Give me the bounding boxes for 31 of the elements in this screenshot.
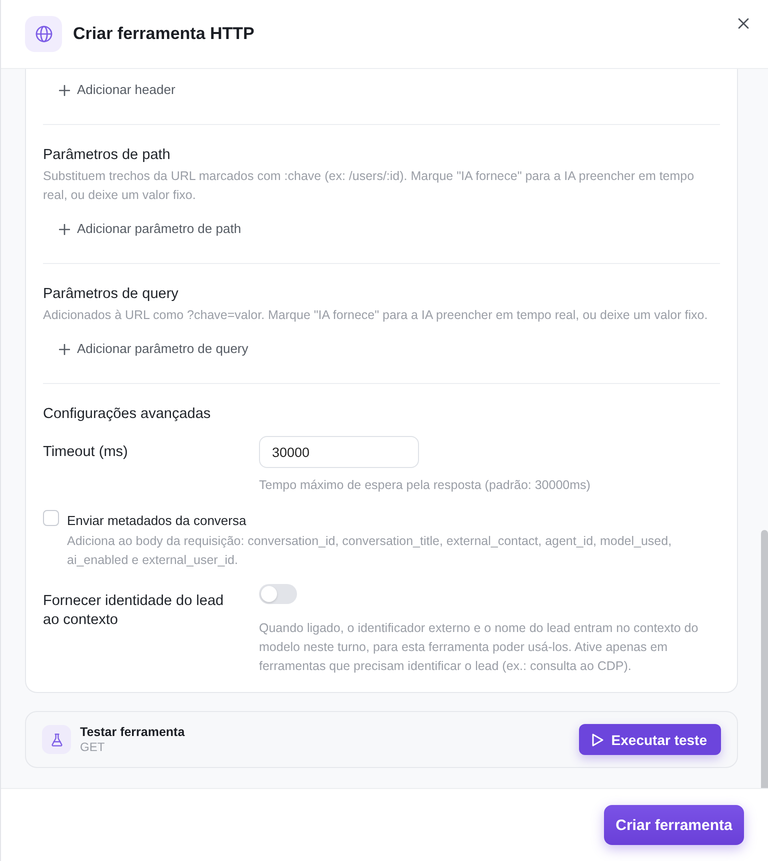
toggle-switch[interactable] bbox=[259, 584, 297, 604]
checkbox[interactable] bbox=[43, 510, 59, 526]
checkbox-label: Enviar metadados da conversa bbox=[67, 512, 248, 530]
play-icon bbox=[591, 732, 604, 746]
run-test-button[interactable]: Executar teste bbox=[579, 724, 721, 755]
section-title: Configurações avançadas bbox=[43, 405, 212, 424]
field-label: Timeout (ms) bbox=[43, 442, 129, 462]
add-button[interactable]: Adicionar parâmetro de path bbox=[57, 217, 244, 241]
help-text: Quando ligado, o identificador externo e o nome do lead entram no contexto do modelo neste turno, para esta ferramenta poder usá-los. Ative apenas em ferramentas que precisam identificar o lead (ex.: consulta ao CDP). bbox=[259, 620, 700, 675]
timeout-input[interactable]: 30000 bbox=[259, 436, 419, 468]
scrollbar-thumb[interactable] bbox=[761, 530, 768, 788]
plus-icon bbox=[59, 224, 70, 234]
section-title: Parâmetros de path bbox=[43, 146, 172, 165]
help-text: Tempo máximo de espera pela resposta (padrão: 30000ms) bbox=[259, 477, 592, 494]
section-title: Parâmetros de query bbox=[43, 285, 180, 304]
help-text: Adiciona ao body da requisição: conversation_id, conversation_title, external_contact, agent_id, model_used, ai_enabled e external_user_id. bbox=[67, 533, 673, 569]
dialog-title: Criar ferramenta HTTP bbox=[73, 24, 256, 44]
add-button[interactable]: Adicionar parâmetro de query bbox=[57, 337, 250, 361]
test-title: Testar ferramenta bbox=[80, 724, 185, 740]
create-button[interactable]: Criar ferramenta bbox=[604, 805, 744, 845]
close-button[interactable] bbox=[738, 18, 749, 29]
flask-icon bbox=[42, 725, 71, 754]
http-method: GET bbox=[80, 740, 106, 755]
add-button[interactable]: Adicionar header bbox=[57, 78, 178, 102]
close-icon bbox=[738, 18, 749, 29]
globe-icon bbox=[25, 16, 62, 52]
section-description: Adicionados à URL como ?chave=valor. Marque "IA fornece" para a IA preencher em tempo real, ou deixe um valor fixo. bbox=[43, 307, 709, 324]
field-label: Fornecer identidade do lead ao contexto bbox=[43, 592, 225, 630]
plus-icon bbox=[59, 344, 70, 354]
plus-icon bbox=[59, 84, 70, 96]
section-description: Substituem trechos da URL marcados com :chave (ex: /users/:id). Marque "IA fornece" para a IA preencher em tempo real, ou deixe um valor fixo. bbox=[43, 168, 696, 204]
